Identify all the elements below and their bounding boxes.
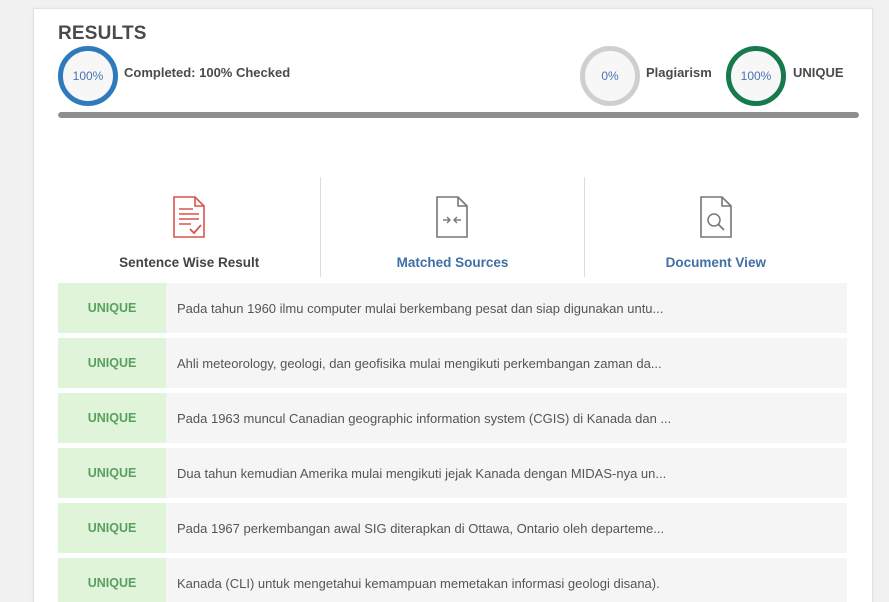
sentence-text: Ahli meteorology, geologi, dan geofisika… xyxy=(177,355,662,371)
completed-label: Completed: 100% Checked xyxy=(124,65,291,80)
completed-percent-circle: 100% xyxy=(58,46,118,106)
completed-percent-value: 100% xyxy=(72,69,104,83)
unique-status-badge: UNIQUE xyxy=(58,558,166,602)
sentence-row[interactable]: UNIQUE Pada 1967 perkembangan awal SIG d… xyxy=(58,503,847,553)
tab-document-view[interactable]: Document View xyxy=(583,177,847,277)
unique-status-badge: UNIQUE xyxy=(58,503,166,553)
unique-percent-value: 100% xyxy=(740,69,772,83)
tab-document-view-label: Document View xyxy=(665,255,766,270)
document-search-icon xyxy=(700,196,732,238)
unique-label: UNIQUE xyxy=(793,65,844,80)
sentence-row[interactable]: UNIQUE Pada 1963 muncul Canadian geograp… xyxy=(58,393,847,443)
sentence-text: Kanada (CLI) untuk mengetahui kemampuan … xyxy=(177,575,660,591)
unique-status-badge: UNIQUE xyxy=(58,448,166,498)
sentence-text: Pada tahun 1960 ilmu computer mulai berk… xyxy=(177,300,664,316)
document-check-icon xyxy=(173,196,205,238)
check-progress-bar xyxy=(58,112,859,118)
check-progress-fill xyxy=(58,112,859,118)
document-compare-icon xyxy=(436,196,469,238)
tab-sentence-wise-result[interactable]: Sentence Wise Result xyxy=(58,177,320,277)
sentence-row[interactable]: UNIQUE Kanada (CLI) untuk mengetahui kem… xyxy=(58,558,847,602)
results-card: RESULTS 100% Completed: 100% Checked 0% … xyxy=(33,8,873,602)
unique-status-badge: UNIQUE xyxy=(58,393,166,443)
tab-matched-sources[interactable]: Matched Sources xyxy=(320,177,583,277)
plagiarism-percent-circle: 0% xyxy=(580,46,640,106)
result-tabs: Sentence Wise Result Matched Sources Doc… xyxy=(58,177,847,277)
sentence-row[interactable]: UNIQUE Dua tahun kemudian Amerika mulai … xyxy=(58,448,847,498)
sentence-results-list: UNIQUE Pada tahun 1960 ilmu computer mul… xyxy=(58,283,847,602)
unique-percent-circle: 100% xyxy=(726,46,786,106)
unique-status-badge: UNIQUE xyxy=(58,283,166,333)
sentence-text: Dua tahun kemudian Amerika mulai mengiku… xyxy=(177,465,667,481)
plagiarism-label: Plagiarism xyxy=(646,65,712,80)
sentence-row[interactable]: UNIQUE Pada tahun 1960 ilmu computer mul… xyxy=(58,283,847,333)
sentence-row[interactable]: UNIQUE Ahli meteorology, geologi, dan ge… xyxy=(58,338,847,388)
plagiarism-percent-value: 0% xyxy=(601,69,619,83)
results-title: RESULTS xyxy=(58,23,147,44)
sentence-text: Pada 1967 perkembangan awal SIG diterapk… xyxy=(177,520,665,536)
tab-sentence-wise-result-label: Sentence Wise Result xyxy=(119,255,260,270)
unique-status-badge: UNIQUE xyxy=(58,338,166,388)
sentence-text: Pada 1963 muncul Canadian geographic inf… xyxy=(177,410,672,426)
tab-matched-sources-label: Matched Sources xyxy=(396,255,509,270)
